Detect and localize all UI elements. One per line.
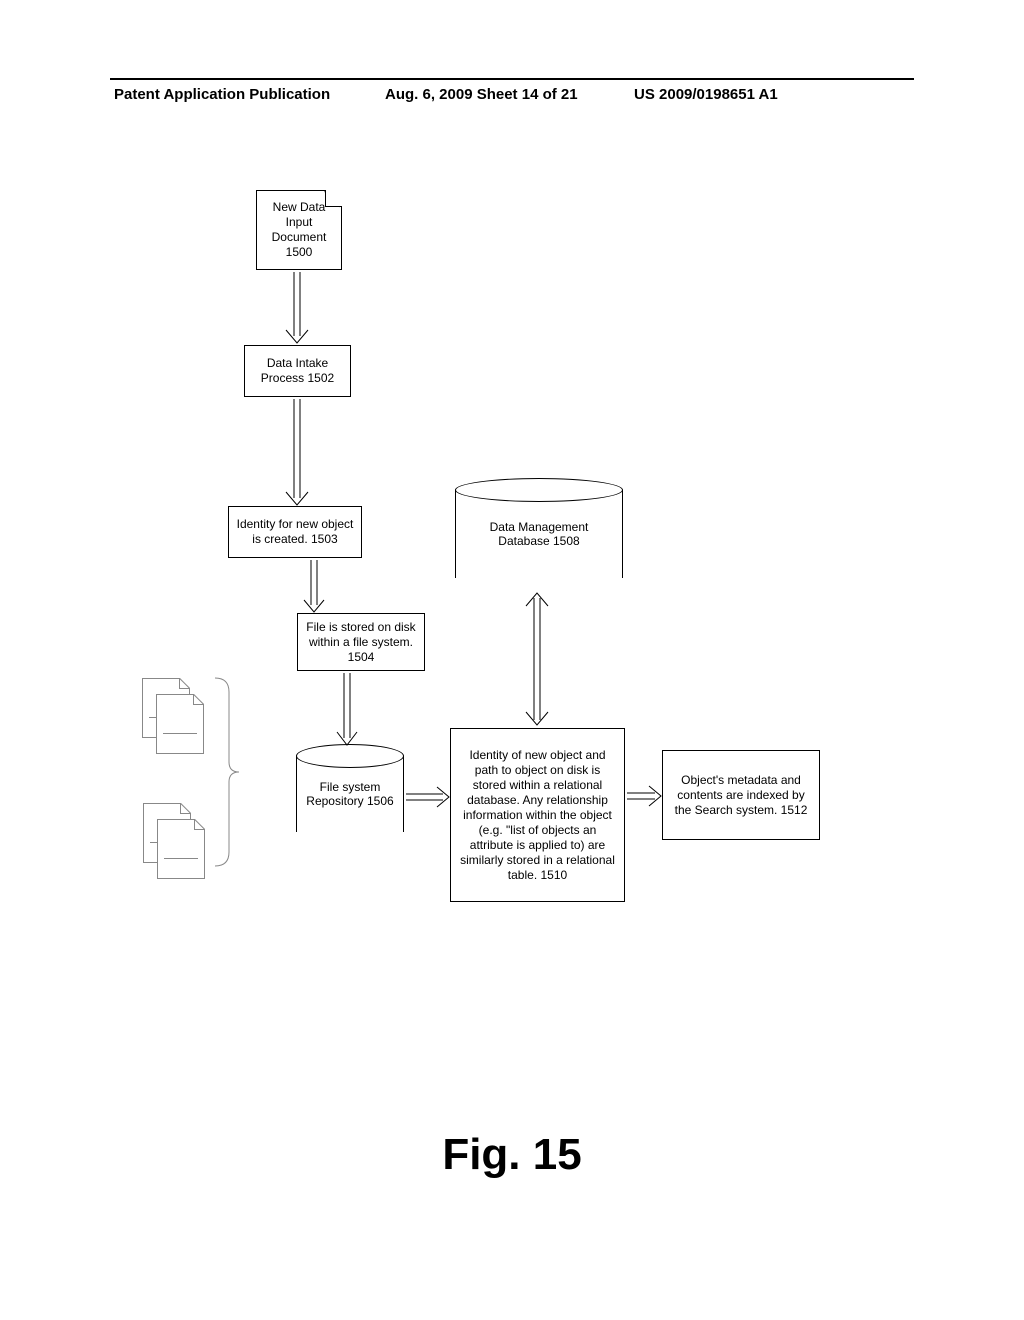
node-1504-label: File is stored on disk within a file sys… xyxy=(304,620,418,665)
node-1508-label: Data Management Database 1508 xyxy=(464,520,614,548)
header-left: Patent Application Publication xyxy=(114,86,330,103)
cyl-body: Data Management Database 1508 xyxy=(455,490,623,578)
node-1506-label: File system Repository 1506 xyxy=(305,780,395,808)
node-1508-data-management-database: Data Management Database 1508 xyxy=(455,478,623,590)
figure-caption: Fig. 15 xyxy=(0,1130,1024,1180)
header-rule xyxy=(110,78,914,80)
node-1502-label: Data Intake Process 1502 xyxy=(251,356,344,386)
node-1512-search-indexed: Object's metadata and contents are index… xyxy=(662,750,820,840)
header-right: US 2009/0198651 A1 xyxy=(634,86,778,103)
cyl-top xyxy=(455,478,623,502)
cyl-top xyxy=(296,744,404,768)
node-1503-label: Identity for new object is created. 1503 xyxy=(235,517,355,547)
node-1503-identity-created: Identity for new object is created. 1503 xyxy=(228,506,362,558)
node-1502-data-intake-process: Data Intake Process 1502 xyxy=(244,345,351,397)
connectors xyxy=(0,0,1024,1320)
node-1510-identity-relational: Identity of new object and path to objec… xyxy=(450,728,625,902)
doc-fold xyxy=(325,190,342,207)
node-1506-file-system-repository: File system Repository 1506 xyxy=(296,744,404,844)
node-1510-label: Identity of new object and path to objec… xyxy=(457,748,618,883)
mini-doc-icon xyxy=(157,819,205,879)
node-1500-new-data-input-document: New Data Input Document 1500 xyxy=(256,190,342,270)
node-1500-label: New Data Input Document 1500 xyxy=(263,200,335,260)
mini-doc-icon xyxy=(156,694,204,754)
page: Patent Application Publication Aug. 6, 2… xyxy=(0,0,1024,1320)
node-1504-file-stored: File is stored on disk within a file sys… xyxy=(297,613,425,671)
header-center: Aug. 6, 2009 Sheet 14 of 21 xyxy=(385,86,578,103)
node-1512-label: Object's metadata and contents are index… xyxy=(669,773,813,818)
